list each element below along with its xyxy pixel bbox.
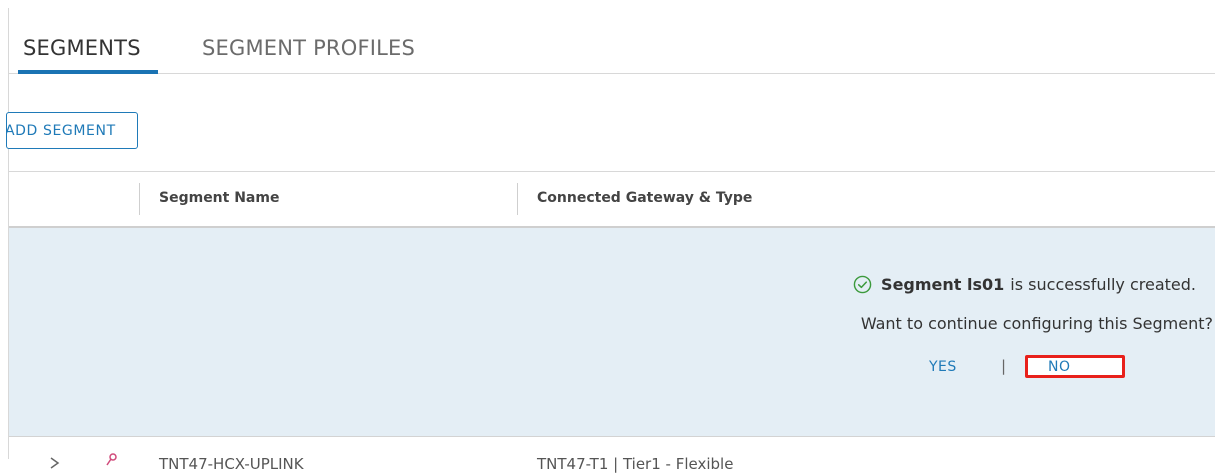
yes-button[interactable]: YES — [929, 359, 957, 375]
check-circle-icon — [853, 275, 872, 294]
no-button-label: NO — [1048, 358, 1071, 375]
segment-type-icon — [106, 453, 117, 466]
chevron-right-icon[interactable] — [49, 456, 61, 470]
success-notification-row: Segment ls01 is successfully created. Wa… — [9, 228, 1215, 437]
segment-name: ls01 — [967, 275, 1005, 294]
column-header-connected-gateway[interactable]: Connected Gateway & Type — [537, 190, 752, 206]
segment-prefix: Segment — [881, 275, 962, 294]
row-gateway: TNT47-T1 | Tier1 - Flexible — [537, 455, 734, 473]
success-message: Segment ls01 is successfully created. — [853, 275, 1196, 294]
column-separator[interactable] — [517, 183, 518, 215]
no-button[interactable]: NO — [1025, 355, 1125, 378]
tab-segment-profiles[interactable]: SEGMENT PROFILES — [202, 36, 415, 60]
table-header: Segment Name Connected Gateway & Type — [9, 171, 1215, 228]
separator: | — [1001, 357, 1007, 375]
row-segment-name[interactable]: TNT47-HCX-UPLINK — [159, 455, 304, 473]
continue-question: Want to continue configuring this Segmen… — [860, 314, 1213, 333]
active-tab-indicator — [18, 70, 158, 74]
column-header-segment-name[interactable]: Segment Name — [159, 190, 279, 206]
table-row[interactable]: TNT47-HCX-UPLINK TNT47-T1 | Tier1 - Flex… — [9, 438, 1215, 473]
add-segment-button[interactable]: ADD SEGMENT — [6, 112, 138, 149]
success-message-text: is successfully created. — [1010, 275, 1196, 294]
column-separator[interactable] — [139, 183, 140, 215]
tab-bar: SEGMENTS SEGMENT PROFILES — [9, 8, 1215, 74]
tab-segments[interactable]: SEGMENTS — [23, 36, 141, 60]
add-segment-label: ADD SEGMENT — [6, 122, 116, 139]
success-message-segment: Segment ls01 — [881, 275, 1004, 294]
segments-panel: SEGMENTS SEGMENT PROFILES ADD SEGMENT Se… — [6, 8, 1215, 473]
